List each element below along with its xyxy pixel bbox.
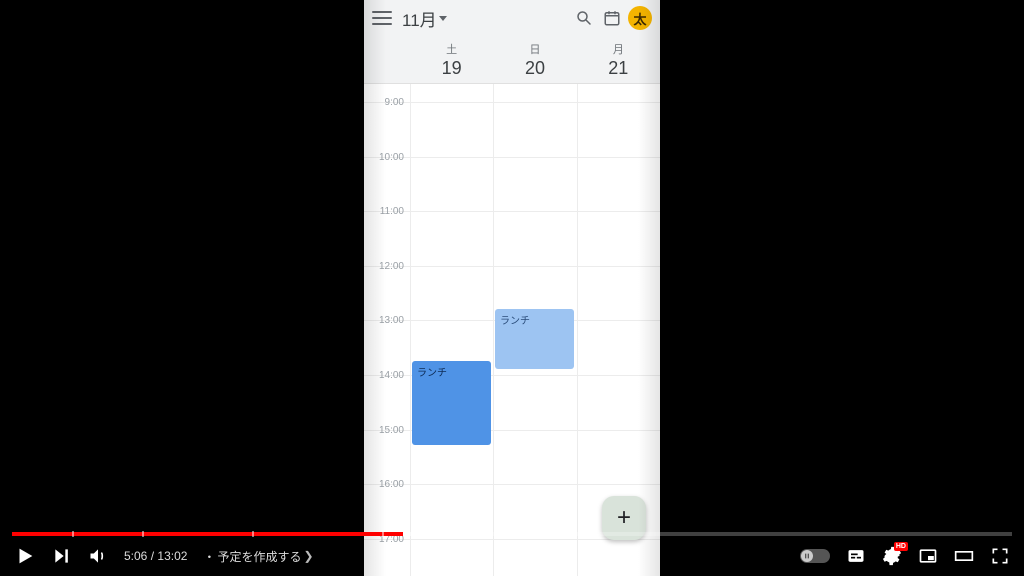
hour-label: 13:00 <box>364 315 410 326</box>
today-button[interactable] <box>598 4 626 32</box>
event-title: ランチ <box>500 316 530 327</box>
play-icon[interactable] <box>14 545 36 567</box>
event-title: ランチ <box>417 368 447 379</box>
day-name: 土 <box>410 41 493 57</box>
settings-button[interactable]: HD <box>882 546 902 566</box>
day-header-row: 土 19 日 20 月 21 <box>364 36 660 84</box>
day-num: 20 <box>493 58 576 79</box>
chapter-title: 予定を作成する <box>217 548 301 565</box>
calendar-icon <box>603 9 621 27</box>
month-selector[interactable]: 11月 <box>402 6 447 31</box>
hour-label: 10:00 <box>364 152 410 163</box>
chevron-down-icon <box>439 16 447 21</box>
hour-label: 12:00 <box>364 261 410 272</box>
autoplay-knob <box>801 550 813 562</box>
current-time: 5:06 <box>124 549 147 563</box>
chapter-button[interactable]: ・ 予定を作成する ❯ <box>203 548 313 565</box>
hour-label: 15:00 <box>364 425 410 436</box>
event-sun-lunch[interactable]: ランチ <box>495 309 574 369</box>
miniplayer-icon[interactable] <box>918 546 938 566</box>
player-controls: 5:06 / 13:02 ・ 予定を作成する ❯ HD <box>0 536 1024 576</box>
calendar-grid[interactable]: 9:00 10:00 11:00 12:00 13:00 14:00 15:00… <box>364 84 660 576</box>
plus-icon: + <box>617 504 631 532</box>
month-label-text: 11月 <box>402 6 437 31</box>
fullscreen-icon[interactable] <box>990 546 1010 566</box>
autoplay-toggle[interactable] <box>800 549 830 563</box>
menu-icon[interactable] <box>372 11 392 25</box>
hd-badge: HD <box>894 542 908 551</box>
hour-label: 14:00 <box>364 370 410 381</box>
app-header: 11月 太 <box>364 0 660 36</box>
day-header-sat[interactable]: 土 19 <box>410 36 493 83</box>
day-num: 19 <box>410 58 493 79</box>
time-display: 5:06 / 13:02 <box>124 549 187 563</box>
day-num: 21 <box>577 58 660 79</box>
search-button[interactable] <box>570 4 598 32</box>
avatar-initial: 太 <box>633 9 646 28</box>
day-name: 日 <box>493 41 576 57</box>
day-header-mon[interactable]: 月 21 <box>577 36 660 83</box>
search-icon <box>575 9 593 27</box>
subtitles-icon[interactable] <box>846 546 866 566</box>
theater-icon[interactable] <box>954 546 974 566</box>
hour-label: 9:00 <box>364 97 410 108</box>
pause-icon <box>803 552 811 560</box>
event-sat-lunch[interactable]: ランチ <box>412 361 491 445</box>
hour-label: 16:00 <box>364 479 410 490</box>
day-name: 月 <box>577 41 660 57</box>
volume-icon[interactable] <box>88 546 108 566</box>
next-icon[interactable] <box>52 546 72 566</box>
avatar[interactable]: 太 <box>628 6 652 30</box>
day-header-sun[interactable]: 日 20 <box>493 36 576 83</box>
duration: 13:02 <box>157 549 187 563</box>
hour-label: 11:00 <box>364 206 410 217</box>
chevron-right-icon: ❯ <box>303 549 313 563</box>
calendar-app: 11月 太 土 19 日 20 月 21 <box>364 0 660 576</box>
